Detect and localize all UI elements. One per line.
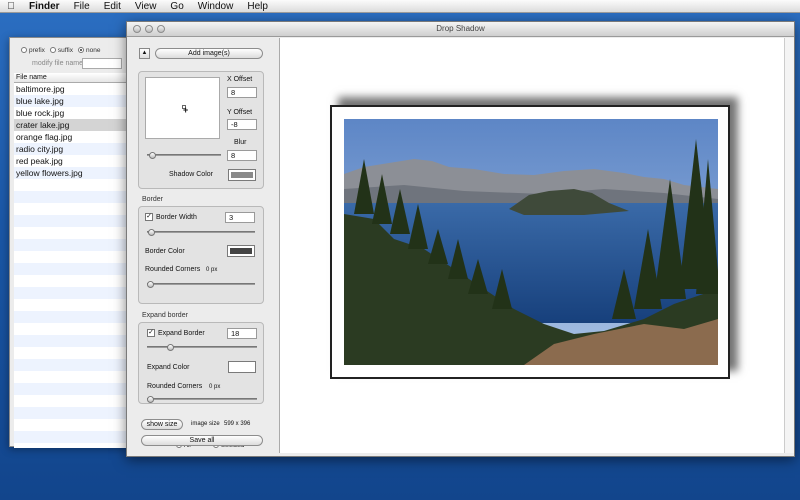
preview-canvas [279, 38, 784, 453]
border-width-label: Border Width [156, 214, 197, 221]
title-bar[interactable]: Drop Shadow [127, 22, 794, 37]
file-list: File name baltimore.jpg blue lake.jpg bl… [14, 73, 128, 448]
radio-suffix-label: suffix [57, 47, 73, 54]
expand-rounded-corners-label: Rounded Corners [147, 383, 203, 390]
file-list-window: prefix suffix none modify file name File… [9, 37, 128, 448]
file-row[interactable]: orange flag.jpg [14, 131, 128, 143]
vertical-scrollbar[interactable] [784, 38, 794, 453]
window-title: Drop Shadow [436, 24, 485, 33]
menu-edit[interactable]: Edit [97, 1, 128, 12]
border-color-fill [230, 248, 252, 254]
slider-knob[interactable] [149, 152, 156, 159]
border-rounded-corners-label: Rounded Corners [145, 266, 201, 273]
radio-none-label: none [85, 47, 101, 54]
x-offset-label: X Offset [227, 76, 253, 83]
expand-color-well[interactable] [228, 361, 256, 373]
border-color-well[interactable] [227, 245, 255, 257]
image-size-label: image size [191, 421, 220, 427]
radio-prefix[interactable]: prefix [21, 47, 45, 54]
landscape-image [344, 119, 718, 365]
menu-view[interactable]: View [128, 1, 164, 12]
radio-circle-selected-icon [77, 47, 84, 53]
radio-prefix-label: prefix [29, 47, 45, 54]
y-offset-field[interactable]: -8 [227, 119, 257, 130]
x-offset-field[interactable]: 8 [227, 87, 257, 98]
file-row-selected[interactable]: crater lake.jpg [14, 119, 128, 131]
menu-bar:  Finder File Edit View Go Window Help [0, 0, 800, 13]
border-width-slider[interactable] [147, 229, 255, 236]
expand-border-checkbox[interactable]: ✓ [147, 329, 155, 337]
radio-circle-icon [49, 47, 56, 53]
expand-border-slider[interactable] [147, 344, 257, 351]
border-rounded-corners-value: 0 px [206, 267, 218, 273]
shadow-offset-preview[interactable]: + [145, 77, 220, 139]
shadow-color-well[interactable] [228, 169, 256, 181]
expand-border-field[interactable]: 18 [227, 328, 257, 339]
border-checkbox[interactable]: ✓ [145, 213, 153, 221]
expand-color-fill [231, 364, 253, 370]
expand-border-section-title: Expand border [142, 312, 188, 319]
expand-color-label: Expand Color [147, 364, 190, 371]
menu-finder[interactable]: Finder [22, 1, 67, 12]
crater-lake-photo [344, 119, 718, 365]
file-row[interactable]: yellow flowers.jpg [14, 167, 128, 179]
menu-window[interactable]: Window [191, 1, 241, 12]
menu-go[interactable]: Go [163, 1, 190, 12]
border-section-title: Border [142, 196, 164, 203]
border-group: ✓ Border Width 3 Border Color Rounded Co… [138, 206, 264, 304]
shadow-group: + X Offset 8 Y Offset -8 Blur 8 Shadow C… [138, 71, 264, 189]
file-row[interactable]: blue rock.jpg [14, 107, 128, 119]
slider-knob[interactable] [148, 229, 155, 236]
y-offset-label: Y Offset [227, 109, 253, 116]
slider-knob[interactable] [167, 344, 174, 351]
expand-rounded-slider[interactable] [147, 396, 257, 403]
shadow-color-fill [231, 172, 253, 178]
blur-slider[interactable] [147, 152, 221, 159]
apple-icon[interactable]:  [0, 1, 22, 12]
radio-circle-icon [21, 47, 27, 53]
expand-border-label: Expand Border [158, 330, 205, 337]
file-row[interactable]: blue lake.jpg [14, 95, 128, 107]
border-width-field[interactable]: 3 [225, 212, 255, 223]
border-color-label: Border Color [145, 248, 185, 255]
crosshair-icon: + [183, 105, 189, 115]
collapse-button[interactable]: ▲ [139, 48, 150, 59]
modify-file-name-input[interactable] [82, 58, 122, 69]
border-rounded-slider[interactable] [147, 281, 255, 288]
shadow-color-label: Shadow Color [169, 171, 213, 178]
modify-file-name-label: modify file name [32, 60, 83, 67]
blur-field[interactable]: 8 [227, 150, 257, 161]
file-row[interactable]: red peak.jpg [14, 155, 128, 167]
drop-shadow-window: Drop Shadow ▲ Add image(s) + X Offset 8 … [126, 21, 795, 457]
add-images-button[interactable]: Add image(s) [155, 48, 263, 59]
image-size-value: 599 x 396 [224, 421, 251, 427]
file-row[interactable]: baltimore.jpg [14, 83, 128, 95]
show-size-button[interactable]: show size [141, 419, 183, 430]
framed-image[interactable] [330, 105, 730, 379]
slider-knob[interactable] [147, 396, 154, 403]
save-all-button[interactable]: Save all [141, 435, 263, 446]
file-rows: baltimore.jpg blue lake.jpg blue rock.jp… [14, 83, 128, 448]
file-row[interactable]: radio city.jpg [14, 143, 128, 155]
blur-label: Blur [234, 139, 247, 146]
menu-file[interactable]: File [67, 1, 97, 12]
slider-knob[interactable] [147, 281, 154, 288]
radio-none[interactable]: none [77, 47, 101, 54]
radio-suffix[interactable]: suffix [49, 47, 73, 54]
menu-help[interactable]: Help [240, 1, 275, 12]
file-name-column-header[interactable]: File name [14, 73, 128, 83]
naming-options: prefix suffix none [21, 47, 100, 54]
expand-rounded-corners-value: 0 px [209, 384, 221, 390]
expand-border-group: ✓ Expand Border 18 Expand Color Rounded … [138, 322, 264, 404]
settings-panel: ▲ Add image(s) + X Offset 8 Y Offset -8 … [127, 38, 279, 456]
